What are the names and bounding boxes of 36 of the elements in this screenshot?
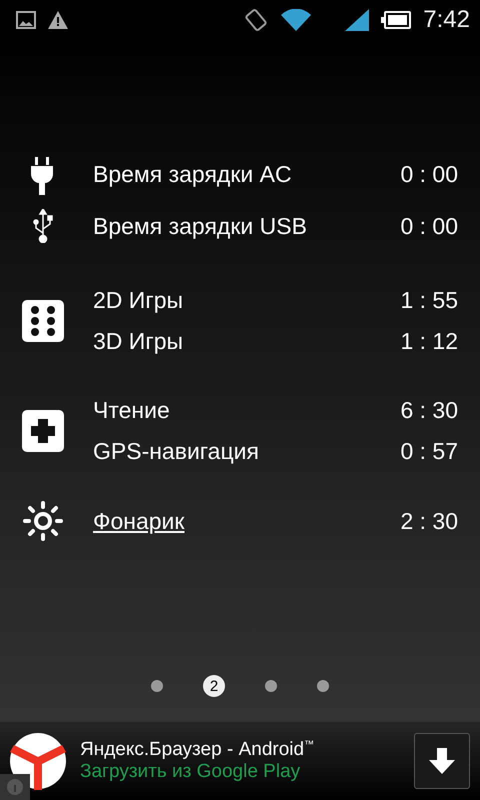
ad-title: Яндекс.Браузер - Android$^{™}$ — [80, 739, 316, 761]
sun-icon — [22, 500, 64, 542]
link-label[interactable]: Фонарик — [93, 508, 184, 534]
info-icon — [6, 778, 24, 796]
time-value: 2 : 30 — [400, 508, 458, 534]
row-label: Время зарядки USB — [93, 212, 307, 240]
page-dot[interactable] — [317, 680, 329, 692]
battery-icon — [381, 11, 412, 29]
row-label: 2D Игры — [93, 287, 184, 314]
signal-icon — [345, 9, 370, 31]
picture-icon — [16, 11, 36, 29]
page-dot[interactable] — [151, 680, 163, 692]
time-value: 0 : 00 — [400, 212, 458, 240]
ad-subtitle: Загрузить из Google Play — [80, 761, 302, 783]
ad-banner[interactable]: Яндекс.Браузер - Android$^{™}$ Загрузить из Google Play — [0, 722, 480, 800]
row-label: Чтение — [93, 397, 170, 424]
wifi-icon — [281, 9, 312, 31]
clock-time: 7:42 — [423, 6, 470, 34]
download-icon — [429, 748, 455, 774]
time-value: 1 : 12 — [400, 328, 458, 355]
dice-icon — [22, 300, 64, 342]
row-label: 3D Игры — [93, 328, 184, 355]
download-button[interactable] — [414, 733, 470, 789]
time-value: 1 : 55 — [400, 287, 458, 314]
page-dot[interactable] — [265, 680, 277, 692]
usb-icon — [32, 209, 54, 243]
time-value: 0 : 00 — [400, 160, 458, 188]
rotation-icon — [243, 7, 270, 33]
plug-icon — [30, 157, 54, 195]
row-label: GPS-навигация — [93, 438, 259, 465]
warning-icon — [48, 11, 68, 29]
page-indicator[interactable]: 2 — [203, 675, 225, 697]
first-aid-icon — [22, 410, 64, 452]
row-label: Время зарядки AC — [93, 160, 292, 188]
time-value: 0 : 57 — [400, 438, 458, 465]
time-value: 6 : 30 — [400, 397, 458, 424]
